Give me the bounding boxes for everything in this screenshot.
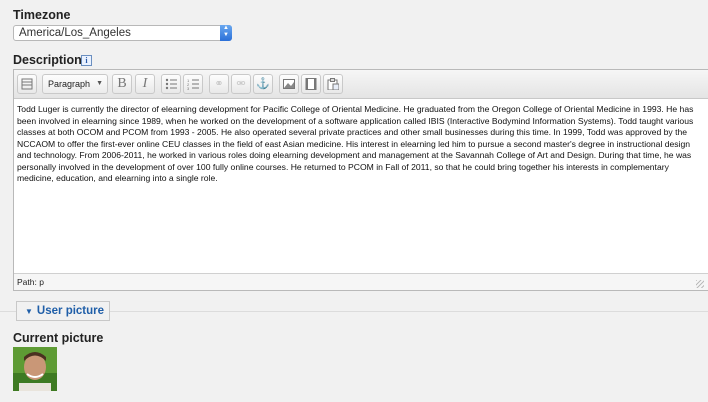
editor-content[interactable]: Todd Luger is currently the director of … <box>17 104 705 185</box>
triangle-down-icon: ▼ <box>25 307 33 316</box>
editor-toolbar: Paragraph ▼ B I 123 ⚭ ⚮ ⚓ <box>14 70 708 99</box>
user-picture-legend-label: User picture <box>36 305 105 317</box>
user-picture-legend[interactable]: ▼ User picture <box>16 301 110 321</box>
avatar <box>13 347 57 391</box>
toggle-toolbar-icon[interactable] <box>17 74 37 94</box>
anchor-icon[interactable]: ⚓ <box>253 74 273 94</box>
svg-text:3: 3 <box>187 86 190 90</box>
chevron-down-icon: ▼ <box>96 80 103 87</box>
format-select-value: Paragraph <box>48 79 91 89</box>
timezone-select-value: America/Los_Angeles <box>19 27 131 39</box>
resize-grip-icon[interactable] <box>696 280 704 288</box>
italic-icon[interactable]: I <box>135 74 155 94</box>
link-icon[interactable]: ⚭ <box>209 74 229 94</box>
current-picture-label: Current picture <box>13 331 104 345</box>
editor-statusbar: Path: p <box>14 273 708 290</box>
format-select[interactable]: Paragraph ▼ <box>42 74 108 94</box>
unlink-icon[interactable]: ⚮ <box>231 74 251 94</box>
bold-icon[interactable]: B <box>112 74 132 94</box>
unordered-list-icon[interactable] <box>161 74 181 94</box>
description-editor[interactable]: Paragraph ▼ B I 123 ⚭ ⚮ ⚓ Todd Luger is … <box>13 69 708 291</box>
editor-path: Path: p <box>17 277 44 287</box>
paste-word-icon[interactable] <box>323 74 343 94</box>
description-label: Description <box>13 53 82 67</box>
help-icon[interactable]: i <box>81 55 92 66</box>
media-icon[interactable] <box>301 74 321 94</box>
timezone-select[interactable]: America/Los_Angeles ▲ ▼ <box>13 25 232 41</box>
select-arrows-icon: ▲ ▼ <box>220 25 232 41</box>
image-icon[interactable] <box>279 74 299 94</box>
ordered-list-icon[interactable]: 123 <box>183 74 203 94</box>
timezone-label: Timezone <box>13 8 71 22</box>
